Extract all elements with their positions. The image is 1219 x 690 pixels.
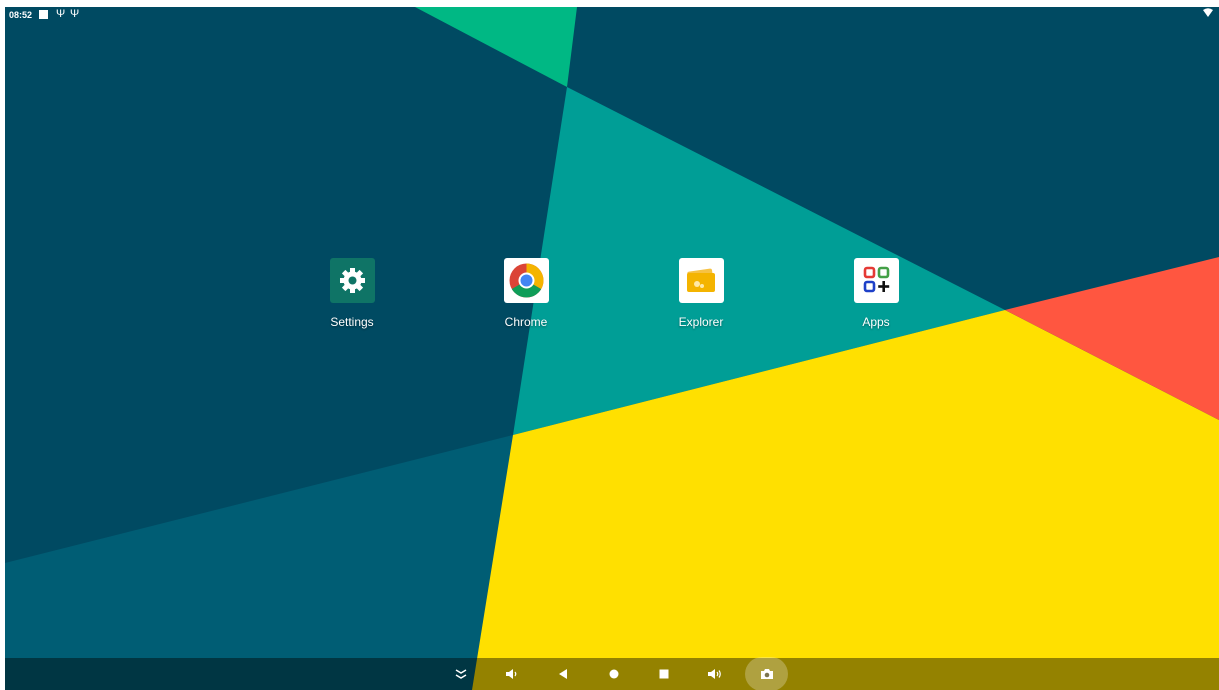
wifi-icon [1203, 8, 1213, 20]
app-label: Chrome [504, 315, 548, 329]
app-label: Explorer [678, 315, 724, 329]
back-icon[interactable] [545, 658, 581, 690]
app-explorer[interactable]: Explorer [661, 258, 741, 329]
navigation-bar [5, 657, 1219, 690]
screenshot-icon [760, 669, 773, 679]
chrome-icon [503, 258, 549, 303]
app-chrome[interactable]: Chrome [486, 258, 566, 329]
collapse-icon[interactable] [443, 658, 479, 690]
usb-icon: Ψ [56, 8, 66, 20]
status-time: 08:52 [9, 10, 33, 20]
volume-down-icon[interactable] [494, 658, 530, 690]
home-icon[interactable] [596, 658, 632, 690]
app-label: Settings [330, 315, 374, 329]
app-label: Apps [862, 315, 890, 329]
folder-icon [678, 258, 724, 303]
notification-square-icon [39, 10, 48, 19]
gear-icon [329, 258, 375, 303]
wallpaper [5, 7, 1219, 690]
recents-icon[interactable] [646, 658, 682, 690]
status-bar: 08:52 Ψ Ψ [5, 7, 1219, 23]
desktop-screen: 08:52 Ψ Ψ Settings Chrome Explorer Apps [5, 7, 1219, 690]
screenshot-button[interactable] [745, 657, 788, 690]
usb-icon: Ψ [70, 8, 80, 20]
app-settings[interactable]: Settings [312, 258, 392, 329]
app-apps[interactable]: Apps [836, 258, 916, 329]
apps-grid-icon [853, 258, 899, 303]
volume-up-icon[interactable] [697, 658, 733, 690]
